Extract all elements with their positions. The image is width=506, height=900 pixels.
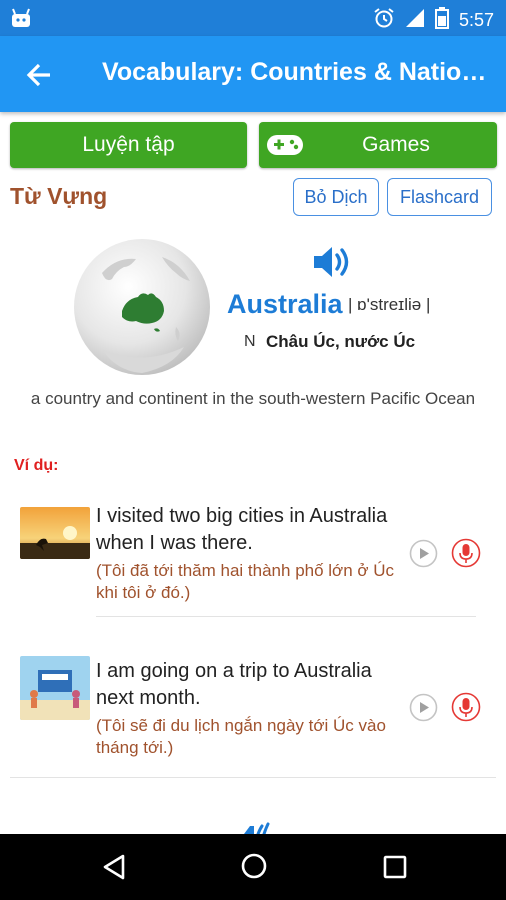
practice-button-label: Luyện tập xyxy=(82,133,175,156)
hide-translation-button[interactable]: Bỏ Dịch xyxy=(293,178,379,216)
example-vietnamese: (Tôi sẽ đi du lịch ngắn ngày tới Úc vào … xyxy=(96,716,386,757)
examples-heading: Ví dụ: xyxy=(14,457,59,474)
speaker-icon[interactable] xyxy=(311,244,353,285)
phonetic: | ɒ'streɪliə | xyxy=(348,295,431,314)
example-english: I am going on a trip to Australia next m… xyxy=(96,660,372,709)
alarm-icon xyxy=(373,7,395,34)
games-button[interactable]: Games xyxy=(259,122,497,168)
play-icon[interactable] xyxy=(409,693,438,722)
example-vietnamese: (Tôi đã tới thăm hai thành phố lớn ở Úc … xyxy=(96,561,395,602)
games-button-label: Games xyxy=(362,133,430,156)
flashcard-label: Flashcard xyxy=(399,186,480,207)
microphone-icon[interactable] xyxy=(451,692,481,722)
divider xyxy=(10,777,496,778)
app-bar: Vocabulary: Countries & Nationalities xyxy=(0,36,506,112)
part-of-speech: N xyxy=(244,333,256,350)
vietnamese-meaning: Châu Úc, nước Úc xyxy=(266,332,416,351)
vocab-word: Australia xyxy=(227,289,343,319)
nav-recents-icon[interactable] xyxy=(383,855,407,884)
nav-home-icon[interactable] xyxy=(240,852,268,885)
play-icon[interactable] xyxy=(409,539,438,568)
example-thumbnail-sunset xyxy=(20,507,90,559)
practice-button[interactable]: Luyện tập xyxy=(10,122,247,168)
page-title: Vocabulary: Countries & Nationalities xyxy=(102,58,492,86)
status-bar: 5:57 xyxy=(0,0,506,36)
status-time: 5:57 xyxy=(458,10,494,30)
globe-image xyxy=(72,237,212,377)
divider xyxy=(96,616,476,617)
example-english: I visited two big cities in Australia wh… xyxy=(96,505,388,554)
definition: a country and continent in the south-wes… xyxy=(30,389,476,408)
android-icon xyxy=(10,8,32,33)
hide-translation-label: Bỏ Dịch xyxy=(304,186,368,207)
battery-icon xyxy=(434,7,449,34)
flashcard-button[interactable]: Flashcard xyxy=(387,178,492,216)
gamepad-icon xyxy=(265,130,305,166)
nav-back-icon[interactable] xyxy=(101,853,127,886)
signal-icon xyxy=(405,8,425,33)
section-title: Từ Vựng xyxy=(10,183,108,209)
example-thumbnail-travel xyxy=(20,656,90,720)
microphone-icon[interactable] xyxy=(451,538,481,568)
back-arrow-icon[interactable] xyxy=(22,58,56,92)
